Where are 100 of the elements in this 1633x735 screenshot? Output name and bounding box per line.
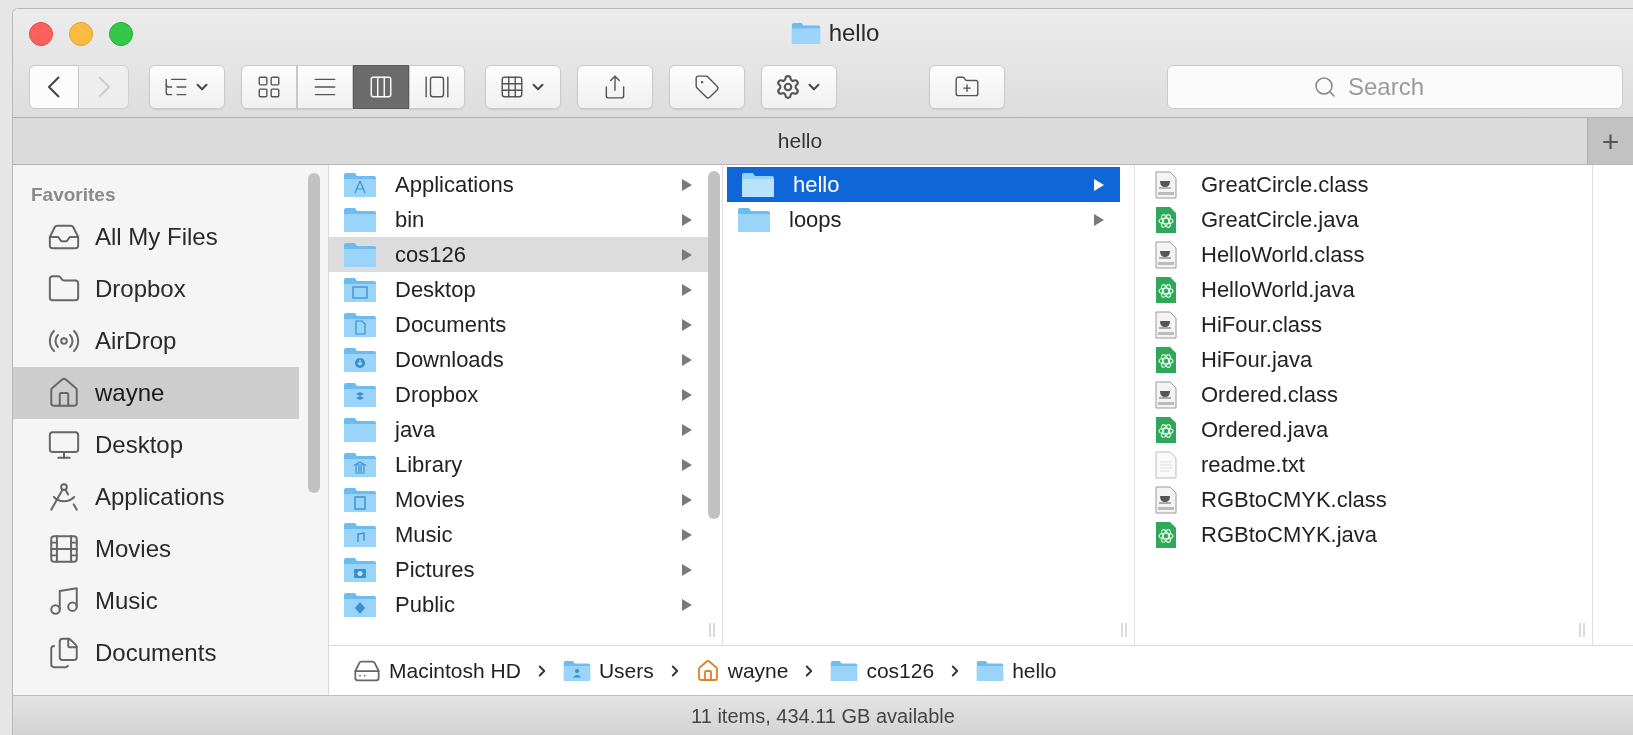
- folder-row[interactable]: Public: [329, 587, 708, 622]
- resize-handle-icon[interactable]: [1120, 623, 1128, 637]
- sidebar-item[interactable]: Movies: [13, 523, 299, 575]
- sidebar-item[interactable]: Documents: [13, 627, 299, 679]
- atom-file-icon: [1155, 520, 1177, 549]
- arrange-menu-button[interactable]: [149, 65, 225, 109]
- file-row[interactable]: HelloWorld.java: [1135, 272, 1578, 307]
- path-item[interactable]: hello: [976, 654, 1057, 687]
- folder-row[interactable]: Downloads: [329, 342, 708, 377]
- view-mode-button[interactable]: [353, 65, 409, 109]
- grid-icon: [499, 74, 525, 100]
- folder-row[interactable]: loops: [723, 202, 1120, 237]
- folder-icon: [343, 311, 377, 338]
- new-folder-button[interactable]: [929, 65, 1005, 109]
- atom-file-icon: [1155, 205, 1177, 234]
- file-row[interactable]: Ordered.java: [1135, 412, 1578, 447]
- folder-icon: [790, 21, 821, 45]
- back-button[interactable]: [29, 65, 79, 109]
- folder-icon: [830, 659, 859, 682]
- disclosure-arrow-icon[interactable]: [682, 283, 692, 296]
- file-row[interactable]: readme.txt: [1135, 447, 1578, 482]
- folder-row[interactable]: Library: [329, 447, 708, 482]
- sidebar-item[interactable]: wayne: [13, 367, 299, 419]
- path-item[interactable]: Users: [562, 654, 654, 687]
- chevron-right-icon: [97, 76, 110, 98]
- folder-icon: [343, 451, 377, 478]
- sidebar-item[interactable]: Music: [13, 575, 299, 627]
- coffee-cup-file-icon: [1155, 310, 1177, 339]
- folder-row[interactable]: bin: [329, 202, 708, 237]
- file-row[interactable]: GreatCircle.class: [1135, 167, 1578, 202]
- folder-icon: [343, 556, 377, 583]
- zoom-window-button[interactable]: [109, 22, 133, 46]
- disclosure-arrow-icon[interactable]: [682, 178, 692, 191]
- film-icon: [47, 532, 81, 566]
- file-row[interactable]: RGBtoCMYK.java: [1135, 517, 1578, 552]
- resize-handle-icon[interactable]: [1578, 623, 1586, 637]
- file-row[interactable]: GreatCircle.java: [1135, 202, 1578, 237]
- folder-row[interactable]: Dropbox: [329, 377, 708, 412]
- disclosure-arrow-icon[interactable]: [1094, 213, 1104, 226]
- folder-row[interactable]: java: [329, 412, 708, 447]
- folder-icon: [562, 659, 591, 682]
- action-menu-button[interactable]: [761, 65, 837, 109]
- folder-row[interactable]: Music: [329, 517, 708, 552]
- coffee-cup-file-icon: [1155, 380, 1177, 409]
- folder-icon: [737, 206, 771, 233]
- sidebar-item[interactable]: Dropbox: [13, 263, 299, 315]
- folder-icon: [343, 206, 377, 233]
- share-button[interactable]: [577, 65, 653, 109]
- file-row[interactable]: HelloWorld.class: [1135, 237, 1578, 272]
- disclosure-arrow-icon[interactable]: [682, 248, 692, 261]
- folder-row[interactable]: Documents: [329, 307, 708, 342]
- disclosure-arrow-icon[interactable]: [682, 318, 692, 331]
- file-row[interactable]: HiFour.class: [1135, 307, 1578, 342]
- folder-icon: [343, 346, 377, 373]
- disclosure-arrow-icon[interactable]: [682, 563, 692, 576]
- search-field[interactable]: Search: [1167, 65, 1623, 109]
- sidebar-item[interactable]: All My Files: [13, 211, 299, 263]
- status-text: 11 items, 434.11 GB available: [691, 703, 955, 729]
- disclosure-arrow-icon[interactable]: [682, 353, 692, 366]
- house-icon: [695, 658, 720, 683]
- folder-icon: [343, 486, 377, 513]
- disclosure-arrow-icon[interactable]: [1094, 178, 1104, 191]
- folder-icon: [343, 241, 377, 268]
- file-row[interactable]: RGBtoCMYK.class: [1135, 482, 1578, 517]
- path-item[interactable]: wayne: [695, 654, 789, 687]
- folder-row[interactable]: Applications: [329, 167, 708, 202]
- sidebar-item[interactable]: Desktop: [13, 419, 299, 471]
- close-window-button[interactable]: [29, 22, 53, 46]
- folder-row[interactable]: hello: [727, 167, 1120, 202]
- new-tab-button[interactable]: +: [1587, 118, 1633, 164]
- disclosure-arrow-icon[interactable]: [682, 528, 692, 541]
- file-row[interactable]: HiFour.java: [1135, 342, 1578, 377]
- group-menu-button[interactable]: [485, 65, 561, 109]
- folder-icon: [343, 381, 377, 408]
- file-row[interactable]: Ordered.class: [1135, 377, 1578, 412]
- scrollbar[interactable]: [308, 173, 320, 493]
- sidebar-item[interactable]: Applications: [13, 471, 299, 523]
- path-item[interactable]: Macintosh HD: [353, 654, 521, 687]
- resize-handle-icon[interactable]: [708, 623, 716, 637]
- tag-button[interactable]: [669, 65, 745, 109]
- folder-row[interactable]: cos126: [329, 237, 708, 272]
- folder-icon: [976, 659, 1005, 682]
- compass-icon: [47, 480, 81, 514]
- disclosure-arrow-icon[interactable]: [682, 458, 692, 471]
- scrollbar[interactable]: [708, 171, 720, 519]
- folder-row[interactable]: Pictures: [329, 552, 708, 587]
- disclosure-arrow-icon[interactable]: [682, 423, 692, 436]
- disclosure-arrow-icon[interactable]: [682, 388, 692, 401]
- path-item[interactable]: cos126: [830, 654, 935, 687]
- folder-row[interactable]: Movies: [329, 482, 708, 517]
- disclosure-arrow-icon[interactable]: [682, 213, 692, 226]
- atom-file-icon: [1155, 415, 1177, 444]
- coffee-cup-file-icon: [1155, 170, 1177, 199]
- tab[interactable]: hello: [13, 118, 1587, 164]
- disclosure-arrow-icon[interactable]: [682, 598, 692, 611]
- sidebar-heading: Favorites: [30, 183, 117, 205]
- disclosure-arrow-icon[interactable]: [682, 493, 692, 506]
- folder-row[interactable]: Desktop: [329, 272, 708, 307]
- sidebar-item[interactable]: AirDrop: [13, 315, 299, 367]
- coffee-cup-file-icon: [1155, 240, 1177, 269]
